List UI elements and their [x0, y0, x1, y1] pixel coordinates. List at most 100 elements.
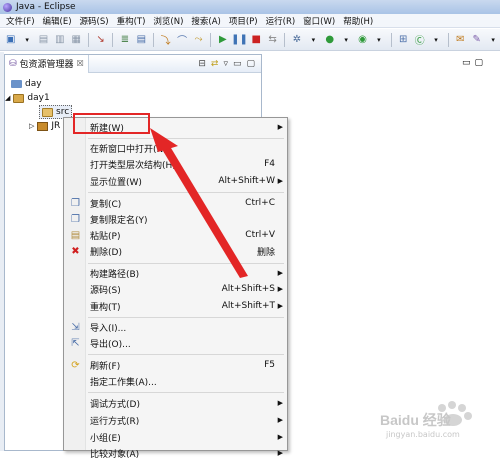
menu-item-delete[interactable]: ✖ 删除(D) 删除	[65, 243, 287, 259]
resume-icon[interactable]: ▶	[216, 33, 229, 47]
collapse-arrow-icon[interactable]: ▷	[29, 122, 34, 130]
disconnect-icon[interactable]: ⇆	[266, 33, 279, 47]
step-icon[interactable]: ⤵	[159, 33, 172, 47]
new-icon[interactable]: ▣	[4, 33, 17, 47]
view-menu-icon[interactable]: ▿	[223, 59, 228, 69]
menu-project[interactable]: 项目(P)	[225, 15, 262, 27]
menu-item-assign-working-sets[interactable]: 指定工作集(A)...	[65, 373, 287, 389]
new-java-project-icon[interactable]: ⊞	[397, 33, 410, 47]
watermark-brand: Baidu 经验	[380, 412, 451, 428]
menu-item-open-new-window[interactable]: 在新窗口中打开(N)	[65, 140, 287, 156]
menu-separator	[88, 317, 284, 318]
link-editor-icon[interactable]: ⇄	[211, 59, 219, 69]
tab-label: 包资源管理器	[19, 60, 74, 70]
submenu-arrow-icon: ▶	[277, 285, 283, 293]
toggle-icon[interactable]: ▤	[135, 33, 148, 47]
submenu-arrow-icon: ▶	[277, 433, 283, 441]
dropdown-icon[interactable]: ▾	[372, 33, 385, 47]
toolbar-separator	[112, 32, 114, 47]
menu-item-debug-as[interactable]: 调试方式(D) ▶	[65, 395, 287, 411]
dropdown-icon[interactable]: ▾	[339, 33, 352, 47]
dropdown-icon[interactable]: ▾	[486, 33, 499, 47]
menu-item-copy[interactable]: ❐ 复制(C) Ctrl+C	[65, 195, 287, 211]
use-step-filters-icon[interactable]: ⤳	[192, 33, 205, 47]
suspend-icon[interactable]: ❚❚	[231, 33, 248, 47]
project-folder-icon	[11, 80, 22, 88]
menu-item-source[interactable]: 源码(S) Alt+Shift+S ▶	[65, 281, 287, 297]
menu-item-build-path[interactable]: 构建路径(B) ▶	[65, 265, 287, 281]
maximize-icon[interactable]: ▢	[475, 58, 484, 68]
maximize-icon[interactable]: ▢	[246, 59, 255, 69]
menu-separator	[88, 192, 284, 193]
menu-edit[interactable]: 编辑(E)	[39, 15, 76, 27]
refresh-icon: ⟳	[71, 359, 80, 371]
editor-area	[262, 54, 500, 451]
submenu-arrow-icon: ▶	[277, 449, 283, 457]
menu-item-open-type-hierarchy[interactable]: 打开类型层次结构(H) F4	[65, 156, 287, 172]
menu-item-import[interactable]: ⇲ 导入(I)...	[65, 319, 287, 335]
tree-item-day1[interactable]: ◢ day1	[5, 91, 50, 105]
menu-separator	[88, 354, 284, 355]
java-project-icon	[13, 93, 25, 103]
library-icon	[37, 121, 49, 131]
tree-item-jre[interactable]: ▷ JR	[29, 119, 60, 133]
menu-refactor[interactable]: 重构(T)	[113, 15, 150, 27]
menu-item-export[interactable]: ⇱ 导出(O)...	[65, 335, 287, 351]
minimize-icon[interactable]: ▭	[233, 59, 242, 69]
tree-item-label: day	[25, 79, 42, 89]
panel-tab-bar: ⛁ 包资源管理器 ☒ ⊟ ⇄ ▿ ▭ ▢	[5, 54, 261, 73]
dropdown-icon[interactable]: ▾	[20, 33, 33, 47]
menu-source[interactable]: 源码(S)	[76, 15, 113, 27]
tab-close-icon[interactable]: ☒	[77, 59, 84, 68]
tree-item-day[interactable]: day	[11, 77, 42, 91]
save-icon[interactable]: ▤	[37, 33, 50, 47]
expand-arrow-icon[interactable]: ◢	[5, 94, 10, 102]
submenu-arrow-icon: ▶	[277, 269, 283, 277]
panel-tools: ⊟ ⇄ ▿ ▭ ▢	[198, 59, 261, 69]
menu-item-refresh[interactable]: ⟳ 刷新(F) F5	[65, 357, 287, 373]
collapse-all-icon[interactable]: ⊟	[198, 59, 206, 69]
submenu-arrow-icon: ▶	[277, 399, 283, 407]
menu-window[interactable]: 窗口(W)	[299, 15, 339, 27]
source-folder-icon	[42, 107, 53, 117]
menu-item-team[interactable]: 小组(E) ▶	[65, 429, 287, 445]
paste-icon: ▤	[70, 229, 81, 241]
delete-icon: ✖	[71, 245, 80, 257]
new-class-icon[interactable]: Ⓒ	[413, 33, 426, 47]
menu-file[interactable]: 文件(F)	[2, 15, 39, 27]
dropdown-icon[interactable]: ▾	[307, 33, 320, 47]
save-all-icon[interactable]: ▥	[53, 33, 66, 47]
menu-item-compare-with[interactable]: 比较对象(A) ▶	[65, 445, 287, 461]
tree-item-label: JR	[51, 121, 61, 131]
menu-item-show-in[interactable]: 显示位置(W) Alt+Shift+W ▶	[65, 173, 287, 189]
skip-breakpoints-icon[interactable]: ≣	[118, 33, 131, 47]
open-type-icon[interactable]: ✉	[454, 33, 467, 47]
watermark-url: jingyan.baidu.com	[386, 430, 460, 439]
minimize-icon[interactable]: ▭	[462, 58, 471, 68]
dropdown-icon[interactable]: ▾	[429, 33, 442, 47]
pin-icon[interactable]: ↘	[94, 33, 107, 47]
tab-package-explorer[interactable]: ⛁ 包资源管理器 ☒	[5, 54, 89, 73]
eclipse-logo-icon	[3, 2, 12, 12]
toolbar-separator	[87, 32, 89, 47]
copy-icon: ❐	[71, 213, 80, 225]
toolbar-separator	[390, 32, 392, 47]
menu-run[interactable]: 运行(R)	[262, 15, 300, 27]
debug-icon[interactable]: ✲	[290, 33, 303, 47]
menu-item-refactor[interactable]: 重构(T) Alt+Shift+T ▶	[65, 298, 287, 314]
search-icon[interactable]: ✎	[470, 33, 483, 47]
menu-navigate[interactable]: 浏览(N)	[149, 15, 187, 27]
import-icon: ⇲	[71, 321, 80, 333]
tree-item-label: day1	[27, 93, 50, 103]
print-icon[interactable]: ▦	[70, 33, 83, 47]
menu-item-copy-qualified-name[interactable]: ❐ 复制限定名(Y)	[65, 211, 287, 227]
toolbar-separator	[447, 32, 449, 47]
menu-item-paste[interactable]: ▤ 粘贴(P) Ctrl+V	[65, 227, 287, 243]
run-icon[interactable]: ●	[323, 33, 336, 47]
menu-help[interactable]: 帮助(H)	[339, 15, 377, 27]
menu-search[interactable]: 搜索(A)	[187, 15, 224, 27]
menu-item-run-as[interactable]: 运行方式(R) ▶	[65, 412, 287, 428]
external-tools-icon[interactable]: ◉	[356, 33, 369, 47]
drop-frame-icon[interactable]: ⌒	[175, 33, 188, 47]
terminate-icon[interactable]: ■	[250, 33, 263, 47]
